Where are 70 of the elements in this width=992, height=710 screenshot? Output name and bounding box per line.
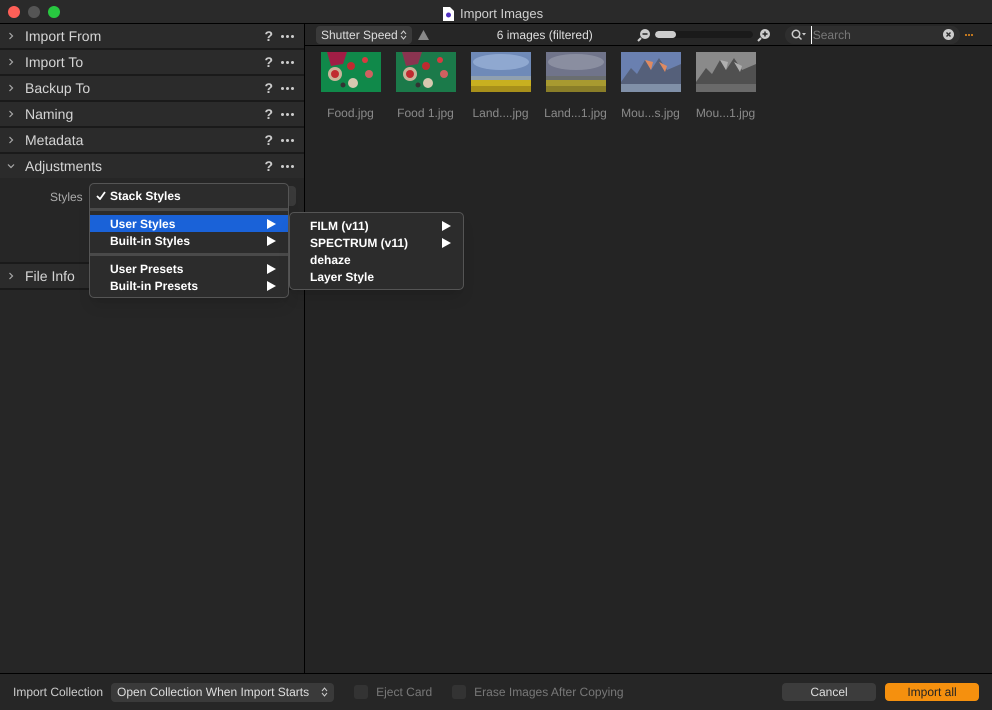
help-button[interactable]: ? bbox=[264, 52, 273, 72]
file-name: Food 1.jpg bbox=[397, 105, 454, 122]
search-icon[interactable] bbox=[790, 28, 807, 40]
menu-item[interactable]: Layer Style bbox=[290, 268, 463, 285]
stepper-icon bbox=[321, 687, 328, 697]
menu-item[interactable]: Stack Styles bbox=[90, 187, 288, 204]
cancel-button[interactable]: Cancel bbox=[782, 683, 876, 701]
chevron-down-icon[interactable] bbox=[7, 162, 15, 170]
file-name: Land...1.jpg bbox=[544, 105, 607, 122]
section-header[interactable]: Naming ? bbox=[0, 102, 304, 126]
help-button[interactable]: ? bbox=[264, 104, 273, 124]
chevron-right-icon[interactable] bbox=[7, 84, 15, 92]
section-header[interactable]: Import To ? bbox=[0, 50, 304, 74]
more-icon[interactable] bbox=[281, 112, 294, 116]
sort-ascending-icon[interactable] bbox=[418, 30, 429, 40]
help-button[interactable]: ? bbox=[264, 156, 273, 176]
sort-dropdown[interactable]: Shutter Speed bbox=[316, 26, 412, 44]
section-header[interactable]: Import From ? bbox=[0, 24, 304, 48]
zoom-in-icon[interactable] bbox=[756, 28, 771, 42]
image-count: 6 images (filtered) bbox=[496, 26, 594, 44]
search-input[interactable]: Search bbox=[810, 26, 939, 44]
section-title: Import To bbox=[25, 52, 84, 72]
window-title: Import Images bbox=[460, 5, 544, 23]
help-button[interactable]: ? bbox=[264, 26, 273, 46]
section-title: File Info bbox=[25, 266, 75, 286]
section-header[interactable]: Backup To ? bbox=[0, 76, 304, 100]
chevron-right-icon[interactable] bbox=[7, 110, 15, 118]
help-button[interactable]: ? bbox=[264, 130, 273, 150]
section-title: Naming bbox=[25, 104, 74, 124]
field-label: Import Collection bbox=[13, 684, 104, 701]
import-button[interactable]: Import all bbox=[885, 683, 979, 701]
menu-item[interactable]: User Styles bbox=[90, 215, 288, 232]
menu-item[interactable]: SPECTRUM (v11) bbox=[290, 234, 463, 251]
menu-item[interactable]: Built-in Presets bbox=[90, 277, 288, 294]
section-header[interactable]: Adjustments ? bbox=[0, 154, 304, 178]
more-icon[interactable] bbox=[281, 138, 294, 142]
more-icon[interactable] bbox=[281, 164, 294, 168]
more-icon[interactable] bbox=[281, 60, 294, 64]
section-title: Backup To bbox=[25, 78, 90, 98]
zoom-button[interactable] bbox=[48, 6, 60, 18]
more-icon[interactable] bbox=[281, 86, 294, 90]
chevron-right-icon[interactable] bbox=[7, 136, 15, 144]
zoom-out-icon[interactable] bbox=[636, 28, 651, 42]
section-title: Adjustments bbox=[25, 156, 102, 176]
chevron-right-icon[interactable] bbox=[7, 272, 15, 280]
menu-item[interactable]: User Presets bbox=[90, 260, 288, 277]
help-button[interactable]: ? bbox=[264, 78, 273, 98]
collection-dropdown[interactable]: Open Collection When Import Starts bbox=[111, 682, 334, 702]
more-icon[interactable] bbox=[281, 34, 294, 38]
file-name: Mou...s.jpg bbox=[621, 105, 680, 122]
file-name: Mou...1.jpg bbox=[696, 105, 756, 122]
close-button[interactable] bbox=[8, 6, 20, 18]
section-header[interactable]: Metadata ? bbox=[0, 128, 304, 152]
stepper-icon bbox=[400, 30, 407, 40]
document-icon bbox=[443, 6, 454, 21]
menu-item[interactable]: dehaze bbox=[290, 251, 463, 268]
search-field[interactable]: Search bbox=[784, 26, 960, 44]
clear-icon[interactable] bbox=[942, 29, 954, 40]
field-label: Styles bbox=[50, 189, 84, 206]
chevron-right-icon[interactable] bbox=[7, 32, 15, 40]
chevron-right-icon[interactable] bbox=[7, 58, 15, 66]
section-title: Metadata bbox=[25, 130, 84, 150]
file-name: Food.jpg bbox=[327, 105, 374, 122]
menu-item[interactable]: Built-in Styles bbox=[90, 232, 288, 249]
file-name: Land....jpg bbox=[472, 105, 529, 122]
zoom-slider[interactable] bbox=[654, 31, 753, 38]
checkbox-label: Erase Images After Copying bbox=[474, 684, 624, 701]
section-title: Import From bbox=[25, 26, 102, 46]
menu-item[interactable]: FILM (v11) bbox=[290, 217, 463, 234]
checkbox-label: Eject Card bbox=[376, 684, 432, 701]
